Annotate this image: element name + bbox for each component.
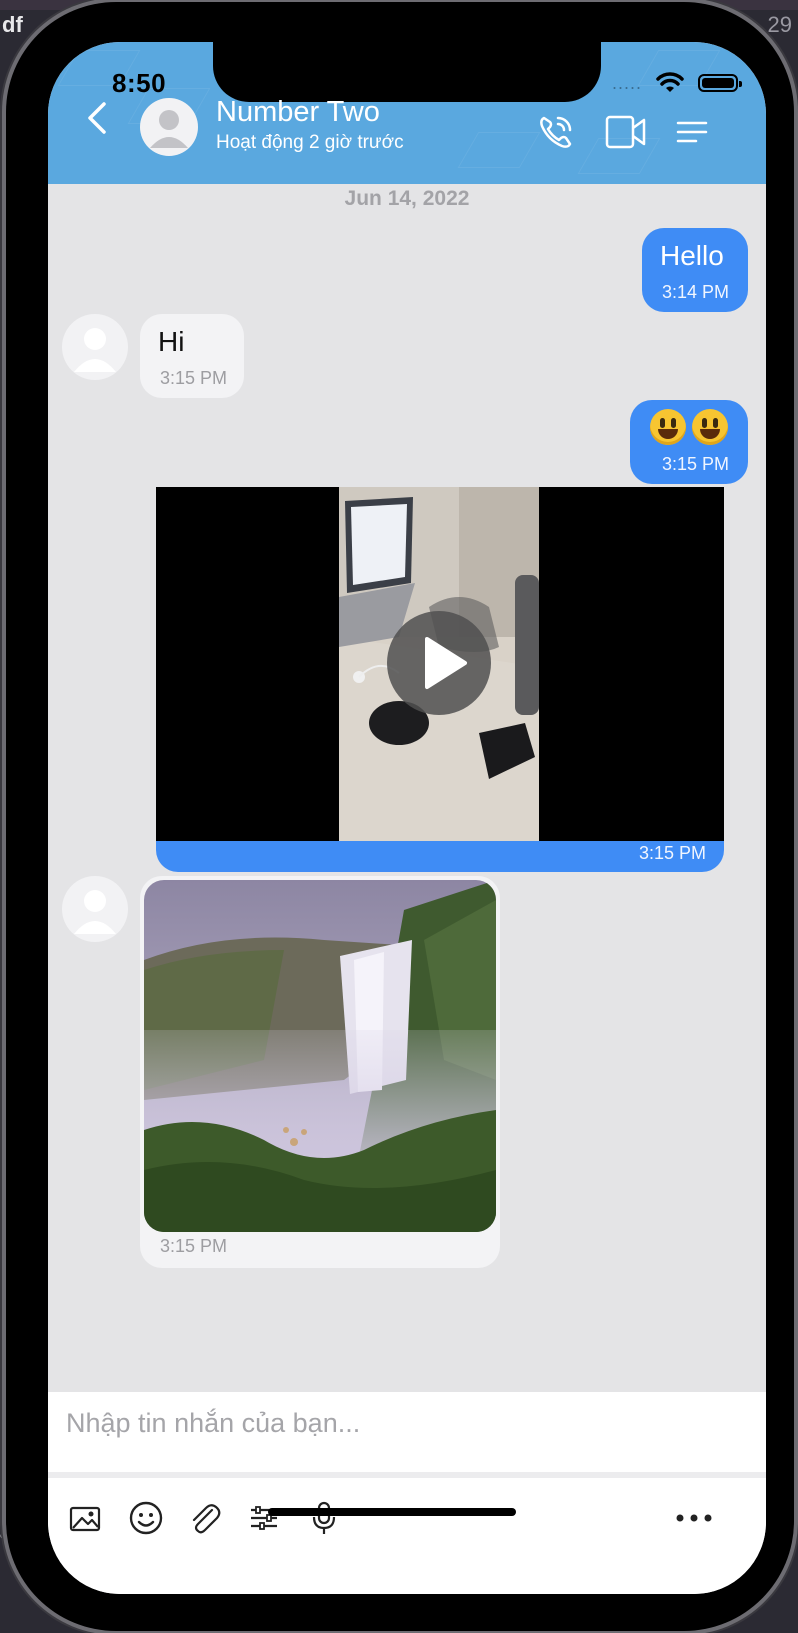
grinning-face-icon xyxy=(692,409,728,445)
chat-header: 8:50 ..... Number Two Hoạt động 2 giờ tr… xyxy=(48,42,766,184)
image-icon[interactable] xyxy=(68,1500,104,1536)
emoji-row xyxy=(650,409,734,450)
sender-avatar[interactable] xyxy=(62,876,128,942)
message-input[interactable]: Nhập tin nhắn của bạn... xyxy=(48,1392,766,1472)
date-separator: Jun 14, 2022 xyxy=(344,187,470,210)
message-time: 3:15 PM xyxy=(160,1236,228,1256)
back-button[interactable] xyxy=(78,98,118,138)
desktop-text: df xyxy=(2,12,23,37)
emoji-icon[interactable] xyxy=(128,1500,164,1536)
menu-button[interactable] xyxy=(670,110,714,154)
message-input-placeholder: Nhập tin nhắn của bạn... xyxy=(66,1408,361,1438)
sender-avatar[interactable] xyxy=(62,314,128,380)
user-placeholder-icon xyxy=(150,110,188,148)
home-indicator[interactable] xyxy=(268,1508,516,1516)
chat-screen: 8:50 ..... Number Two Hoạt động 2 giờ tr… xyxy=(48,42,766,1594)
cellular-signal-icon: ..... xyxy=(611,72,642,93)
desktop-text: 29 xyxy=(767,12,792,37)
battery-icon xyxy=(698,74,742,92)
message-time: 3:15 PM xyxy=(160,368,228,388)
contact-name[interactable]: Number Two xyxy=(216,96,380,129)
video-message[interactable]: 3:15 PM xyxy=(156,487,724,872)
microphone-icon[interactable] xyxy=(306,1500,342,1536)
paperclip-icon[interactable] xyxy=(186,1500,222,1536)
message-bubble-outgoing[interactable]: 3:15 PM xyxy=(630,400,748,484)
user-placeholder-icon xyxy=(74,890,116,934)
message-time: 3:15 PM xyxy=(638,843,706,863)
waterfall-photo[interactable] xyxy=(144,880,496,1232)
status-icons: ..... xyxy=(611,72,742,94)
image-message[interactable]: 3:15 PM xyxy=(140,876,500,1268)
video-call-button[interactable] xyxy=(604,110,648,154)
wifi-icon xyxy=(656,72,684,92)
voice-call-button[interactable] xyxy=(534,110,578,154)
status-time: 8:50 xyxy=(112,68,167,98)
message-bubble-outgoing[interactable]: Hello 3:14 PM xyxy=(642,228,748,312)
message-bubble-incoming[interactable]: Hi 3:15 PM xyxy=(140,314,244,398)
message-time: 3:15 PM xyxy=(662,454,730,474)
contact-avatar[interactable] xyxy=(140,98,198,156)
play-button[interactable] xyxy=(387,611,491,715)
sliders-icon[interactable] xyxy=(246,1500,282,1536)
header-pattern xyxy=(457,132,541,168)
contact-status: Hoạt động 2 giờ trước xyxy=(216,132,404,153)
more-icon[interactable] xyxy=(672,1500,716,1536)
phone-frame: 8:50 ..... Number Two Hoạt động 2 giờ tr… xyxy=(6,2,794,1631)
message-text: Hi xyxy=(158,326,185,357)
message-text: Hello xyxy=(660,240,724,271)
message-time: 3:14 PM xyxy=(662,282,730,302)
grinning-face-icon xyxy=(650,409,686,445)
composer-toolbar xyxy=(48,1478,766,1594)
user-placeholder-icon xyxy=(74,328,116,372)
device-notch xyxy=(213,42,601,102)
play-icon xyxy=(425,637,467,689)
